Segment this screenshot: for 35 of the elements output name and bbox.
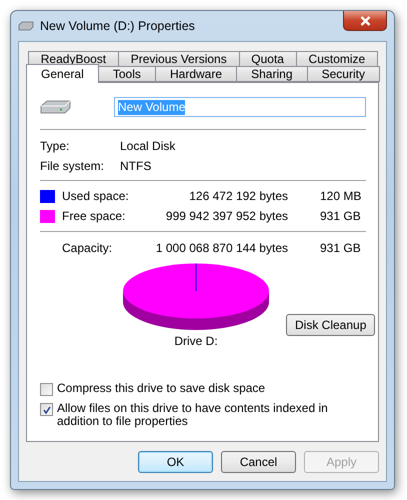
info-label: File system: <box>40 159 106 173</box>
space-size: 931 GB <box>320 209 362 223</box>
window-title: New Volume (D:) Properties <box>40 19 195 33</box>
option-label: Compress this drive to save disk space <box>57 382 266 395</box>
tab[interactable]: Previous Versions <box>118 51 240 67</box>
tab[interactable]: Hardware <box>154 66 238 82</box>
drive-icon <box>18 21 34 31</box>
info-label: Type: <box>40 139 70 153</box>
tab[interactable]: Tools <box>98 66 156 82</box>
disk-cleanup-button[interactable]: Disk Cleanup <box>286 314 376 336</box>
tab[interactable]: Customize <box>296 51 378 67</box>
drive-icon <box>40 99 72 115</box>
space-size: 120 MB <box>320 189 362 203</box>
dialog-button[interactable]: Cancel <box>221 451 296 473</box>
space-label: Free space: <box>62 209 126 223</box>
capacity-label: Capacity: <box>62 241 114 255</box>
drive-label: Drive D: <box>174 334 218 348</box>
tab[interactable]: Quota <box>238 51 297 67</box>
space-label: Used space: <box>62 189 130 203</box>
checkbox[interactable] <box>40 403 53 416</box>
capacity-size: 931 GB <box>320 241 362 255</box>
info-value: NTFS <box>120 159 152 173</box>
tab[interactable]: Security <box>306 66 380 82</box>
capacity-bytes: 1 000 068 870 144 bytes <box>154 241 288 255</box>
dialog-button[interactable]: OK <box>138 451 213 473</box>
close-icon <box>360 16 370 26</box>
space-bytes: 126 472 192 bytes <box>188 189 288 203</box>
checkbox[interactable] <box>40 383 53 396</box>
tab[interactable]: Sharing <box>236 66 308 82</box>
check-icon <box>42 406 50 414</box>
option-label: Allow files on this drive to have contents indexed in addition to file properties <box>57 402 329 428</box>
info-value: Local Disk <box>120 139 176 153</box>
tab[interactable]: General <box>26 64 99 83</box>
space-bytes: 999 942 397 952 bytes <box>164 209 288 223</box>
close-button[interactable] <box>343 11 387 31</box>
